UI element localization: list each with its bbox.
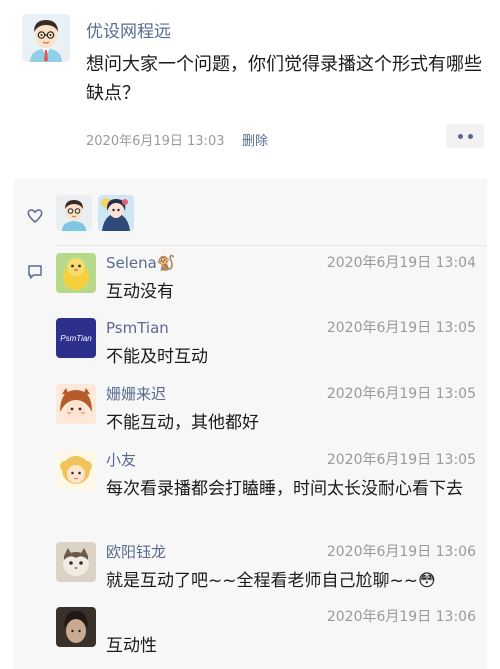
commenter-name[interactable]: 欧阳钰龙 (106, 542, 166, 562)
comment-timestamp: 2020年6月19日 13:05 (326, 320, 476, 336)
moment-post: 优设网程远 想问大家一个问题，你们觉得录播这个形式有哪些缺点？ 2020年6月1… (0, 0, 500, 178)
comment-text: 不能及时互动 (106, 347, 208, 367)
dot-icon (467, 133, 473, 139)
comment-timestamp: 2020年6月19日 13:05 (326, 386, 476, 402)
comment-timestamp: 2020年6月19日 13:06 (326, 609, 476, 625)
liker-avatar[interactable] (98, 195, 134, 231)
commenter-avatar[interactable] (56, 384, 96, 424)
post-timestamp: 2020年6月19日 13:03 (86, 134, 225, 149)
delete-button[interactable]: 删除 (242, 130, 268, 149)
commenter-avatar[interactable] (56, 607, 96, 647)
commenter-name[interactable]: PsmTian (106, 318, 169, 338)
comment-timestamp: 2020年6月19日 13:06 (326, 544, 476, 560)
avatar-logo-text: PsmTian (60, 333, 92, 343)
comment-text: 不能互动，其他都好 (106, 413, 259, 433)
commenter-name-text: Selena (106, 254, 157, 272)
commenter-avatar[interactable] (56, 253, 96, 293)
heart-icon (27, 209, 43, 223)
more-options-button[interactable] (446, 124, 484, 148)
commenter-name[interactable]: 姗姗来迟 (106, 384, 166, 404)
comment-text: 互动性 (106, 636, 157, 656)
liker-avatar[interactable] (56, 195, 92, 231)
comment-text: 互动没有 (106, 282, 174, 302)
author-avatar[interactable] (22, 14, 70, 62)
comment-text: 就是互动了吧~~全程看老师自己尬聊~~😳 (106, 571, 436, 591)
comment-text: 每次看录播都会打瞌睡，时间太长没耐心看下去 (106, 479, 463, 499)
comment-timestamp: 2020年6月19日 13:04 (326, 255, 476, 271)
commenter-avatar[interactable]: PsmTian (56, 318, 96, 358)
commenter-name[interactable]: 小友 (106, 450, 136, 470)
divider (56, 245, 487, 246)
monkey-emoji-icon: 🐒 (156, 254, 176, 272)
post-text: 想问大家一个问题，你们觉得录播这个形式有哪些缺点？ (86, 54, 482, 104)
commenter-avatar[interactable] (56, 450, 96, 490)
post-author-name[interactable]: 优设网程远 (86, 17, 171, 42)
comment-timestamp: 2020年6月19日 13:05 (326, 452, 476, 468)
commenter-name[interactable]: Selena🐒 (106, 253, 176, 273)
liker-list (56, 195, 134, 231)
interactions-panel: Selena🐒 2020年6月19日 13:04 互动没有 PsmTian Ps… (14, 179, 487, 669)
comment-icon (28, 265, 42, 279)
dot-icon (457, 133, 463, 139)
commenter-avatar[interactable] (56, 542, 96, 582)
